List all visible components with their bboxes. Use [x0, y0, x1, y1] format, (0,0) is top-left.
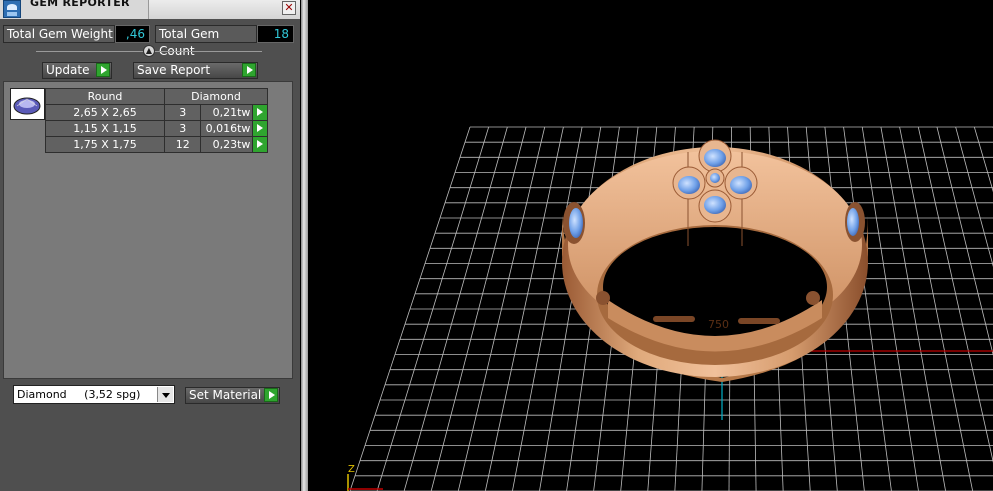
ring-stamp: 750 [708, 318, 729, 331]
inner-hole-left [596, 291, 610, 305]
side-gem-left [569, 208, 583, 238]
row-size: 1,75 X 1,75 [45, 136, 165, 153]
gem-table: Round Diamond 2,65 X 2,65 3 0,21tw 1,15 … [45, 88, 268, 153]
set-material-label: Set Material [189, 388, 262, 402]
material-select-value: Diamond (3,52 spg) [17, 388, 141, 401]
dropdown-arrow-icon[interactable] [157, 387, 173, 402]
3d-viewport[interactable]: 750 Z [308, 0, 993, 491]
row-size: 1,15 X 1,15 [45, 120, 165, 137]
material-select[interactable]: Diamond (3,52 spg) [13, 385, 175, 404]
row-count: 3 [163, 120, 202, 137]
axis-gizmo: Z [347, 464, 383, 491]
table-row[interactable]: 1,15 X 1,15 3 0,016tw [45, 120, 268, 137]
total-gem-count-value: 18 [257, 25, 294, 43]
total-gem-weight-label: Total Gem Weight [3, 25, 115, 43]
set-material-button[interactable]: Set Material [185, 387, 280, 404]
update-button[interactable]: Update [42, 62, 112, 79]
inner-slot-left [653, 316, 695, 322]
save-report-button[interactable]: Save Report [133, 62, 258, 79]
update-label: Update [46, 63, 90, 77]
table-row[interactable]: 2,65 X 2,65 3 0,21tw [45, 104, 268, 121]
play-icon [242, 63, 256, 77]
total-gem-weight-value: ,46 [115, 25, 150, 43]
row-play-icon[interactable] [252, 120, 268, 137]
slider-knob-icon[interactable]: ▲ [143, 45, 155, 57]
side-gem-right [847, 208, 859, 236]
row-weight: 0,21tw [200, 104, 254, 121]
inner-hole-right [806, 291, 820, 305]
close-icon[interactable]: ✕ [282, 1, 296, 15]
play-icon [264, 388, 278, 402]
table-header-row: Round Diamond [45, 88, 268, 105]
play-icon [96, 63, 110, 77]
row-count: 12 [163, 136, 202, 153]
panel-title: GEM REPORTER [30, 0, 130, 9]
row-play-icon[interactable] [252, 136, 268, 153]
row-count: 3 [163, 104, 202, 121]
app-icon [3, 0, 21, 18]
total-gem-count-label: Total Gem Count [155, 25, 257, 58]
row-play-icon[interactable] [252, 104, 268, 121]
row-size: 2,65 X 2,65 [45, 104, 165, 121]
viewport-canvas: 750 Z [347, 126, 993, 491]
axis-z-label: Z [348, 464, 355, 475]
panel-titlebar: GEM REPORTER ✕ [0, 0, 300, 19]
header-diamond: Diamond [164, 88, 268, 105]
gem-reporter-panel: GEM REPORTER ✕ Total Gem Weight ,46 Tota… [0, 0, 300, 491]
table-row[interactable]: 1,75 X 1,75 12 0,23tw [45, 136, 268, 153]
ring-model[interactable]: 750 [562, 139, 868, 382]
row-weight: 0,23tw [200, 136, 254, 153]
panel-divider[interactable] [301, 0, 308, 491]
row-weight: 0,016tw [200, 120, 254, 137]
header-round: Round [45, 88, 165, 105]
save-report-label: Save Report [137, 63, 211, 77]
inner-slot-right [738, 318, 780, 324]
gem-thumbnail-icon[interactable] [10, 88, 45, 120]
